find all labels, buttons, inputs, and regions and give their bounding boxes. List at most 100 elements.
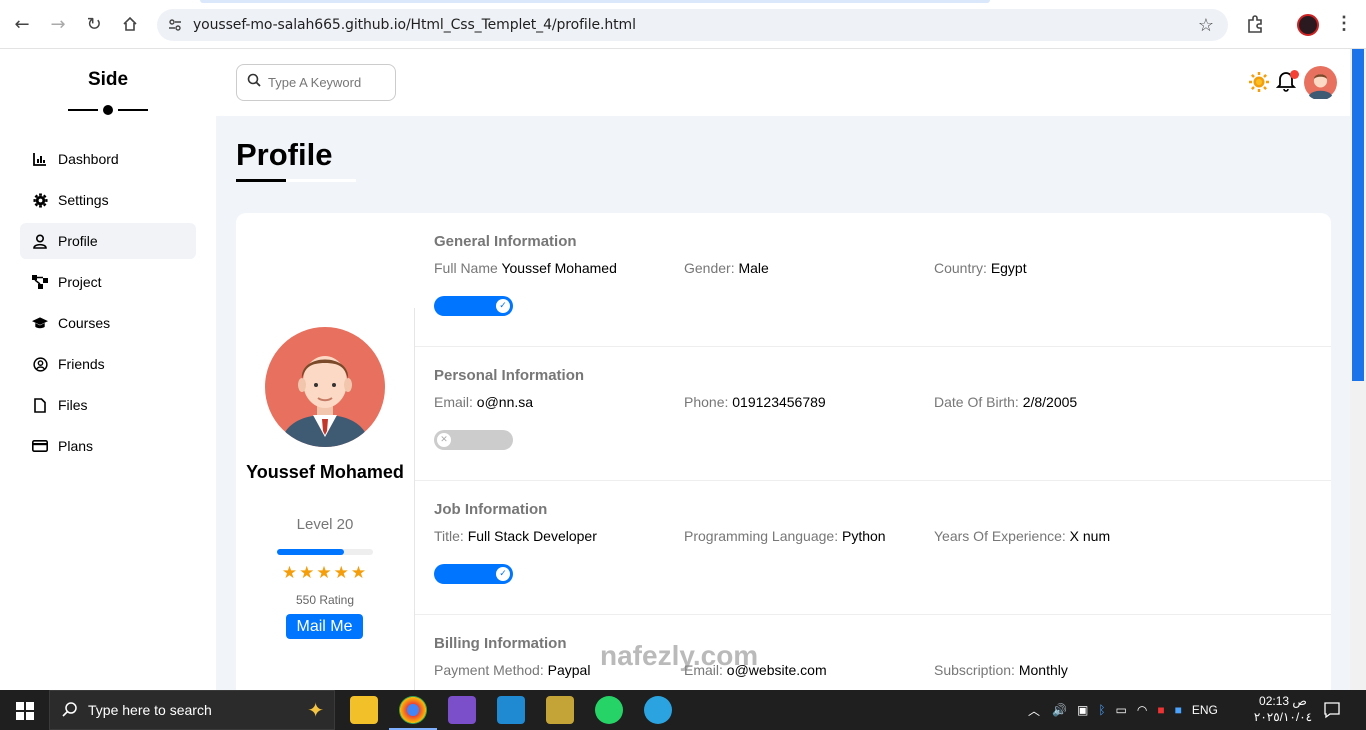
notifications-bell-icon[interactable] <box>1275 70 1299 94</box>
job-information-section: Job Information Title: Full Stack Develo… <box>415 481 1331 615</box>
general-information-section: General Information Full Name Youssef Mo… <box>415 213 1331 347</box>
field-label: Phone: <box>684 394 729 410</box>
field-value: Youssef Mohamed <box>501 260 617 276</box>
paint-icon[interactable] <box>546 696 574 724</box>
vscode-icon[interactable] <box>497 696 525 724</box>
section-toggle[interactable]: ✕ <box>434 430 513 450</box>
field-label: Gender: <box>684 260 735 276</box>
chrome-icon[interactable] <box>389 696 437 730</box>
bluetooth-icon[interactable]: ᛒ <box>1098 703 1105 717</box>
profile-summary: Youssef Mohamed Level 20 ★★★★★ 550 Ratin… <box>236 213 415 690</box>
personal-information-section: Personal Information Email: o@nn.sa Phon… <box>415 347 1331 481</box>
file-explorer-icon[interactable] <box>350 696 378 724</box>
watermark: nafezly.com <box>600 640 759 671</box>
sidebar-item-project[interactable]: Project <box>20 264 196 300</box>
section-title: Billing Information <box>434 635 567 652</box>
field-phone: Phone: 019123456789 <box>684 394 826 410</box>
field-label: Country: <box>934 260 987 276</box>
field-full-name: Full Name Youssef Mohamed <box>434 260 617 276</box>
url-text[interactable]: youssef-mo-salah665.github.io/Html_Css_T… <box>193 17 636 33</box>
system-tray: ︿ 🔊 ▣ ᛒ ▭ ◠ ■ ■ ENG <box>1028 690 1218 730</box>
field-label: Payment Method: <box>434 662 544 678</box>
page-scrollbar[interactable] <box>1350 49 1366 690</box>
billing-information-section: Billing Information Payment Method: Payp… <box>415 615 1331 690</box>
field-programming-language: Programming Language: Python <box>684 528 886 544</box>
field-value: Egypt <box>990 260 1027 276</box>
theme-toggle-sun-icon[interactable] <box>1248 71 1270 93</box>
field-label: Subscription: <box>934 662 1015 678</box>
star-icon: ★ <box>333 563 351 583</box>
field-value: Male <box>738 260 769 276</box>
star-icon: ★ <box>316 563 334 583</box>
wifi-icon[interactable]: ◠ <box>1137 703 1147 717</box>
mail-me-button[interactable]: Mail Me <box>286 614 363 639</box>
chart-icon <box>32 151 48 167</box>
volume-icon[interactable]: 🔊 <box>1052 703 1067 717</box>
site-settings-icon[interactable] <box>167 17 183 33</box>
sidebar-item-profile[interactable]: Profile <box>20 223 196 259</box>
section-title: Job Information <box>434 501 548 518</box>
sidebar-item-dashboard[interactable]: Dashbord <box>20 141 196 177</box>
field-value: Monthly <box>1018 662 1068 678</box>
notification-center-icon[interactable] <box>1323 701 1341 719</box>
chevron-up-icon[interactable]: ︿ <box>1028 702 1040 719</box>
extensions-icon[interactable] <box>1244 13 1266 35</box>
sidebar-item-courses[interactable]: Courses <box>20 305 196 341</box>
bookmark-star-icon[interactable]: ☆ <box>1198 15 1214 36</box>
sparkle-icon: ✦ <box>307 699 324 722</box>
section-toggle[interactable]: ✓ <box>434 296 513 316</box>
star-icon: ★ <box>281 563 300 583</box>
camera-icon[interactable]: ▣ <box>1077 703 1088 717</box>
profile-name: Youssef Mohamed <box>246 462 404 482</box>
search-box[interactable] <box>236 64 396 101</box>
field-payment-method: Payment Method: Paypal <box>434 662 590 678</box>
sidebar-title-decoration <box>68 105 148 115</box>
sidebar-item-plans[interactable]: Plans <box>20 428 196 464</box>
gear-icon <box>32 192 48 208</box>
field-label: Full Name <box>434 260 498 276</box>
sidebar-item-files[interactable]: Files <box>20 387 196 423</box>
sidebar: Side Dashbord Settings Profile Project C… <box>0 49 216 690</box>
section-toggle[interactable]: ✓ <box>434 564 513 584</box>
app-tray-icon[interactable]: ■ <box>1157 703 1164 717</box>
check-icon: ✓ <box>496 299 510 313</box>
browser-menu-icon[interactable]: ⋮ <box>1333 13 1355 35</box>
taskbar-search-box[interactable]: Type here to search ✦ <box>49 690 335 730</box>
reload-icon[interactable]: ↻ <box>83 13 105 35</box>
notification-badge <box>1290 70 1299 79</box>
search-input[interactable] <box>268 75 378 90</box>
field-label: Email: <box>434 394 473 410</box>
back-icon[interactable]: ← <box>11 13 33 35</box>
field-value: Paypal <box>547 662 591 678</box>
field-value: o@nn.sa <box>476 394 534 410</box>
app-tray-icon-2[interactable]: ■ <box>1175 703 1182 717</box>
whatsapp-icon[interactable] <box>595 696 623 724</box>
browser-toolbar: ← → ↻ youssef-mo-salah665.github.io/Html… <box>0 0 1366 49</box>
level-progress-bar <box>277 549 373 555</box>
sidebar-item-friends[interactable]: Friends <box>20 346 196 382</box>
language-indicator[interactable]: ENG <box>1192 703 1218 717</box>
taskbar-clock[interactable]: 02:13 ص ٢٠٢٥/١٠/٠٤ <box>1253 693 1313 725</box>
section-title: General Information <box>434 233 577 250</box>
forward-icon[interactable]: → <box>47 13 69 35</box>
file-icon <box>32 397 48 413</box>
credit-card-icon <box>32 438 48 454</box>
user-avatar[interactable] <box>1304 66 1337 99</box>
address-bar[interactable]: youssef-mo-salah665.github.io/Html_Css_T… <box>157 9 1228 41</box>
home-icon[interactable] <box>119 13 141 35</box>
field-label: Date Of Birth: <box>934 394 1019 410</box>
rating-count: 550 Rating <box>295 593 355 607</box>
field-label: Title: <box>434 528 464 544</box>
scrollbar-thumb[interactable] <box>1352 49 1364 381</box>
sidebar-item-settings[interactable]: Settings <box>20 182 196 218</box>
diagram-icon <box>32 274 48 290</box>
field-value: X num <box>1069 528 1111 544</box>
star-icon: ★ <box>350 563 369 583</box>
level-progress-fill <box>277 549 345 555</box>
windows-start-icon[interactable] <box>16 702 34 720</box>
battery-icon[interactable]: ▭ <box>1116 703 1127 717</box>
graduation-cap-icon <box>32 315 48 331</box>
visual-studio-icon[interactable] <box>448 696 476 724</box>
telegram-icon[interactable] <box>644 696 672 724</box>
browser-profile-avatar[interactable] <box>1297 14 1319 36</box>
